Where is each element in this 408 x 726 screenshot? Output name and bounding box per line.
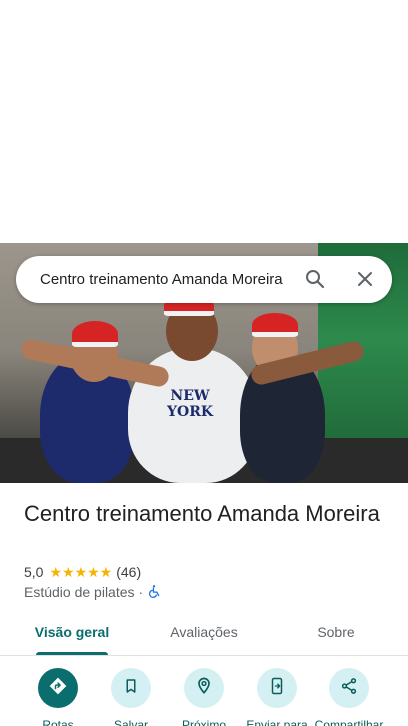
rating-stars: ★★★★★ (49, 563, 113, 580)
rating-value: 5,0 (24, 564, 44, 580)
tab-overview[interactable]: Visão geral (24, 612, 120, 655)
active-tab-indicator (36, 652, 108, 655)
close-icon[interactable] (353, 267, 377, 291)
separator: · (138, 584, 144, 600)
save-button[interactable]: Salvar (92, 668, 170, 726)
category-row: Estúdio de pilates · (24, 583, 161, 601)
share-button[interactable]: Compartilhar (310, 668, 388, 726)
send-to-phone-label: Enviar para (246, 718, 308, 726)
tab-reviews[interactable]: Avaliações (152, 612, 256, 655)
search-input[interactable]: Centro treinamento Amanda Moreira (40, 269, 290, 291)
search-icon[interactable] (303, 267, 327, 291)
nearby-label: Próximo (181, 718, 226, 726)
action-bar: Rotas Salvar Próximo Enviar para Compart… (0, 668, 408, 726)
tab-about[interactable]: Sobre (296, 612, 376, 655)
directions-icon (48, 676, 68, 701)
nearby-button[interactable]: Próximo (165, 668, 243, 726)
place-category: Estúdio de pilates (24, 584, 135, 600)
send-to-phone-icon (268, 677, 286, 700)
share-icon (340, 677, 358, 700)
search-bar[interactable]: Centro treinamento Amanda Moreira (16, 256, 392, 303)
review-count: (46) (116, 564, 142, 580)
nearby-icon (194, 676, 214, 701)
bookmark-icon (122, 677, 140, 700)
save-label: Salvar (113, 718, 148, 726)
wheelchair-icon (147, 584, 161, 601)
place-title: Centro treinamento Amanda Moreira (24, 501, 380, 526)
directions-label: Rotas (42, 718, 74, 726)
share-label: Compartilhar (314, 718, 384, 726)
directions-button[interactable]: Rotas (19, 668, 97, 726)
shirt-print: NEW YORK (167, 388, 213, 420)
send-to-phone-button[interactable]: Enviar para (238, 668, 316, 726)
rating-row[interactable]: 5,0 ★★★★★ (46) (24, 563, 141, 581)
map-area-blank (0, 0, 408, 243)
tab-bar: Visão geral Avaliações Sobre (0, 612, 408, 656)
